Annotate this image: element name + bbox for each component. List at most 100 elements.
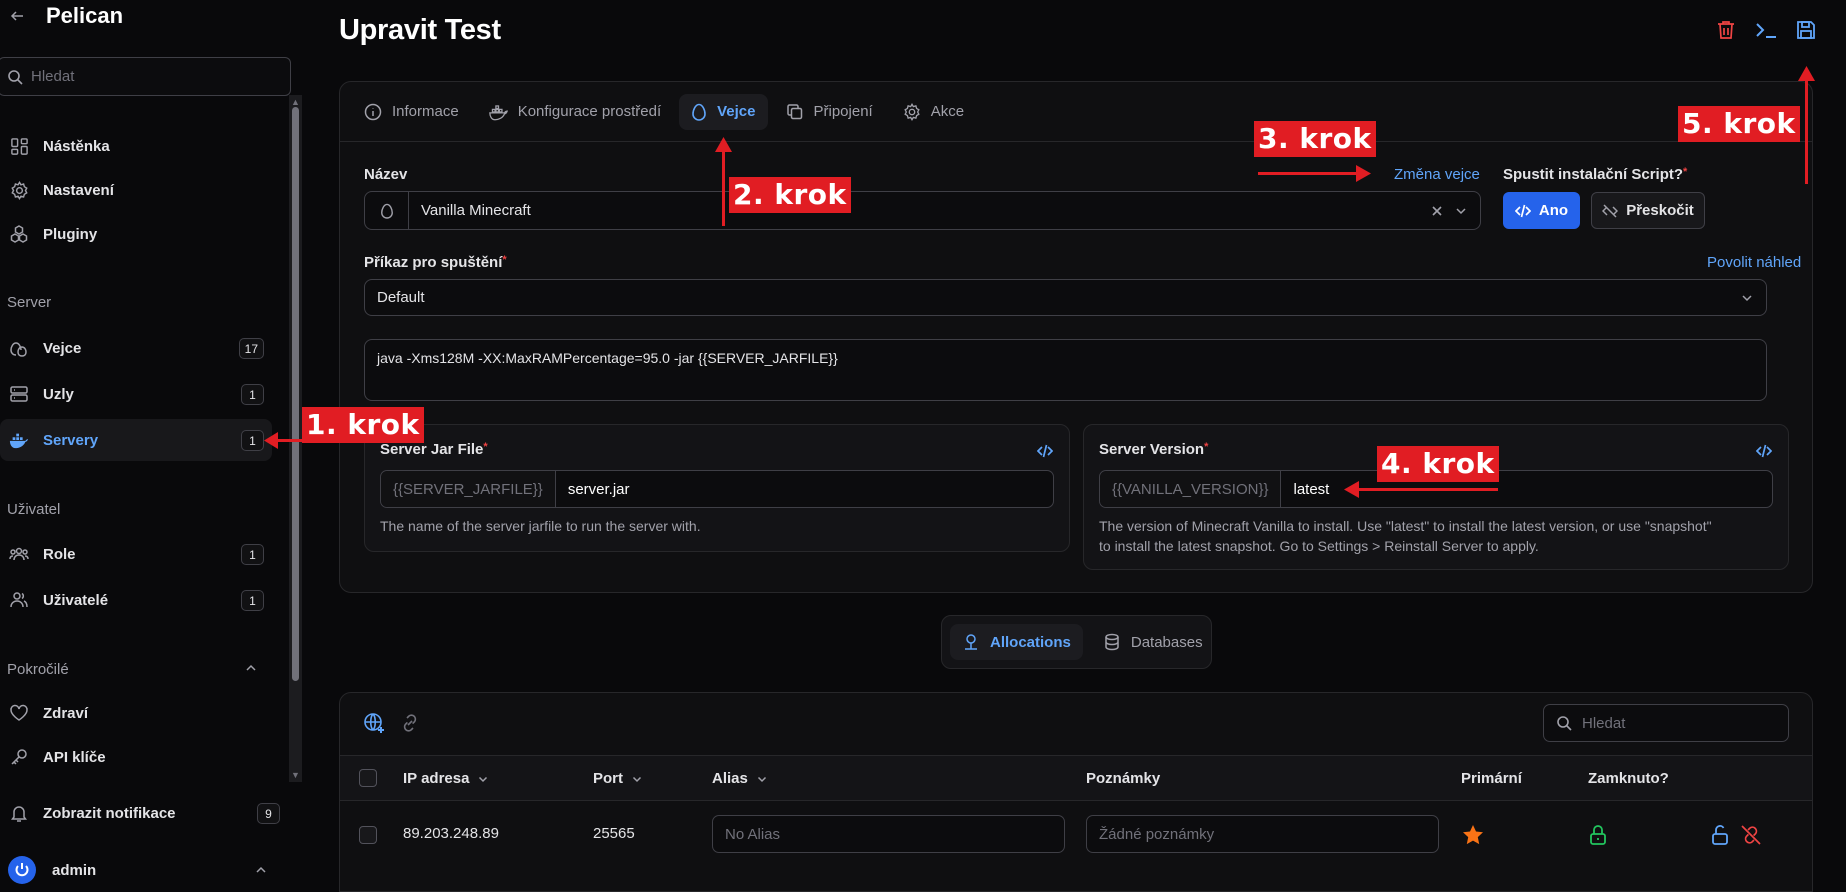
sidebar-item-plugins[interactable]: Pluginy [0, 213, 272, 255]
column-alias[interactable]: Alias [712, 770, 768, 787]
sidebar-item-users[interactable]: Uživatelé 1 [0, 579, 272, 621]
users-icon [9, 590, 29, 610]
annotation-arrow-4 [1358, 488, 1498, 491]
row-port: 25565 [593, 825, 635, 842]
tab-databases[interactable]: Databases [1091, 624, 1215, 660]
star-icon[interactable] [1461, 823, 1485, 847]
sidebar-item-label: API klíče [43, 748, 106, 766]
chevron-down-icon [477, 773, 489, 785]
scroll-up-arrow[interactable]: ▲ [291, 97, 300, 107]
column-ip[interactable]: IP adresa [403, 770, 489, 787]
save-icon[interactable] [1794, 18, 1818, 42]
link-icon[interactable] [399, 712, 421, 734]
sidebar: Pelican Hledat Nástěnka Nastavení Plugin… [0, 0, 302, 886]
tab-information[interactable]: Informace [352, 94, 471, 130]
notifications-button[interactable]: Zobrazit notifikace 9 [0, 792, 290, 834]
count-badge: 1 [241, 544, 264, 565]
count-badge: 1 [241, 430, 264, 451]
page-title: Upravit Test [339, 14, 501, 46]
egg-name-label: Název [364, 166, 408, 183]
install-skip-button[interactable]: Přeskočit [1591, 192, 1705, 229]
tab-environment[interactable]: Konfigurace prostředí [477, 94, 673, 130]
annotation-arrow-3 [1258, 172, 1358, 175]
alias-input[interactable]: No Alias [712, 815, 1065, 853]
clear-icon[interactable] [1430, 204, 1444, 218]
chevron-up-icon [254, 863, 268, 877]
button-label: Ano [1538, 202, 1569, 219]
group-label-user: Uživatel [7, 501, 61, 518]
code-off-icon [1602, 203, 1619, 219]
annotation-arrow-5 [1805, 80, 1808, 184]
unlink-icon[interactable] [1739, 823, 1763, 847]
sidebar-item-eggs[interactable]: Vejce 17 [0, 327, 272, 369]
count-badge: 1 [241, 384, 264, 405]
column-port[interactable]: Port [593, 770, 643, 787]
startup-command-input[interactable]: java -Xms128M -XX:MaxRAMPercentage=95.0 … [364, 339, 1767, 401]
sidebar-item-settings[interactable]: Nastavení [0, 169, 272, 211]
unlock-icon[interactable] [1710, 824, 1730, 846]
sidebar-item-roles[interactable]: Role 1 [0, 533, 272, 575]
globe-plus-icon[interactable] [362, 711, 386, 735]
lock-icon[interactable] [1588, 824, 1608, 846]
code-icon[interactable] [1037, 443, 1053, 459]
chevron-down-icon[interactable] [1454, 204, 1468, 218]
column-primary: Primární [1461, 770, 1522, 787]
sidebar-item-label: Role [43, 545, 76, 563]
network-icon [962, 633, 980, 651]
preview-link[interactable]: Povolit náhled [1707, 254, 1801, 271]
variable-prefix: {{VANILLA_VERSION}} [1100, 471, 1282, 507]
tab-label: Databases [1130, 633, 1203, 651]
tab-actions[interactable]: Akce [891, 94, 976, 130]
search-icon [7, 69, 31, 85]
table-search-input[interactable]: Hledat [1543, 704, 1789, 742]
sidebar-search-input[interactable]: Hledat [0, 57, 291, 96]
users-group-icon [9, 544, 29, 564]
sidebar-item-servers[interactable]: Servery 1 [0, 419, 272, 461]
tab-egg[interactable]: Vejce [679, 93, 768, 130]
tab-allocations[interactable]: Allocations [950, 624, 1083, 660]
egg-icon [365, 192, 409, 229]
egg-select-value: Vanilla Minecraft [421, 202, 531, 219]
tab-label: Vejce [717, 103, 756, 120]
notifications-label: Zobrazit notifikace [43, 804, 176, 822]
avatar [8, 856, 36, 884]
sidebar-item-api-keys[interactable]: API klíče [0, 736, 272, 778]
egg-icon [691, 103, 707, 121]
docker-icon [488, 103, 508, 121]
startup-select-value: Default [377, 289, 425, 306]
code-icon[interactable] [1756, 443, 1772, 459]
docker-icon [9, 430, 29, 450]
row-checkbox[interactable] [359, 826, 377, 844]
sidebar-item-nodes[interactable]: Uzly 1 [0, 373, 272, 415]
sidebar-item-dashboard[interactable]: Nástěnka [0, 125, 272, 167]
scrollbar-thumb[interactable] [292, 107, 299, 681]
annotation-arrow-2 [722, 150, 725, 226]
scroll-down-arrow[interactable]: ▼ [291, 770, 300, 780]
change-egg-link[interactable]: Změna vejce [1394, 166, 1480, 183]
startup-label: Příkaz pro spuštění* [364, 254, 507, 271]
group-label-server: Server [7, 294, 52, 311]
select-all-checkbox[interactable] [359, 769, 377, 787]
jarfile-input[interactable]: {{SERVER_JARFILE}} server.jar [380, 470, 1054, 508]
install-yes-button[interactable]: Ano [1503, 192, 1580, 229]
console-icon[interactable] [1754, 18, 1778, 42]
group-label-advanced: Pokročilé [7, 661, 69, 678]
column-locked: Zamknuto? [1588, 770, 1669, 787]
chevron-up-icon[interactable] [244, 661, 258, 675]
puzzle-icon [9, 224, 29, 244]
egg-select[interactable]: Vanilla Minecraft [364, 191, 1481, 230]
notes-input[interactable]: Žádné poznámky [1086, 815, 1439, 853]
user-name: admin [52, 861, 97, 879]
tab-label: Informace [392, 103, 459, 120]
variable-help-line2: to install the latest snapshot. Go to Se… [1099, 538, 1539, 554]
user-menu[interactable]: admin [0, 849, 290, 891]
startup-select[interactable]: Default [364, 279, 1767, 316]
sidebar-item-health[interactable]: Zdraví [0, 692, 272, 734]
arrowhead-up [715, 137, 732, 152]
tab-connection[interactable]: Připojení [774, 94, 885, 130]
variable-help: The name of the server jarfile to run th… [380, 518, 701, 534]
chevron-down-icon [756, 773, 768, 785]
back-arrow-icon[interactable] [0, 0, 34, 32]
trash-icon[interactable] [1714, 18, 1738, 42]
table-search-placeholder: Hledat [1582, 714, 1626, 732]
